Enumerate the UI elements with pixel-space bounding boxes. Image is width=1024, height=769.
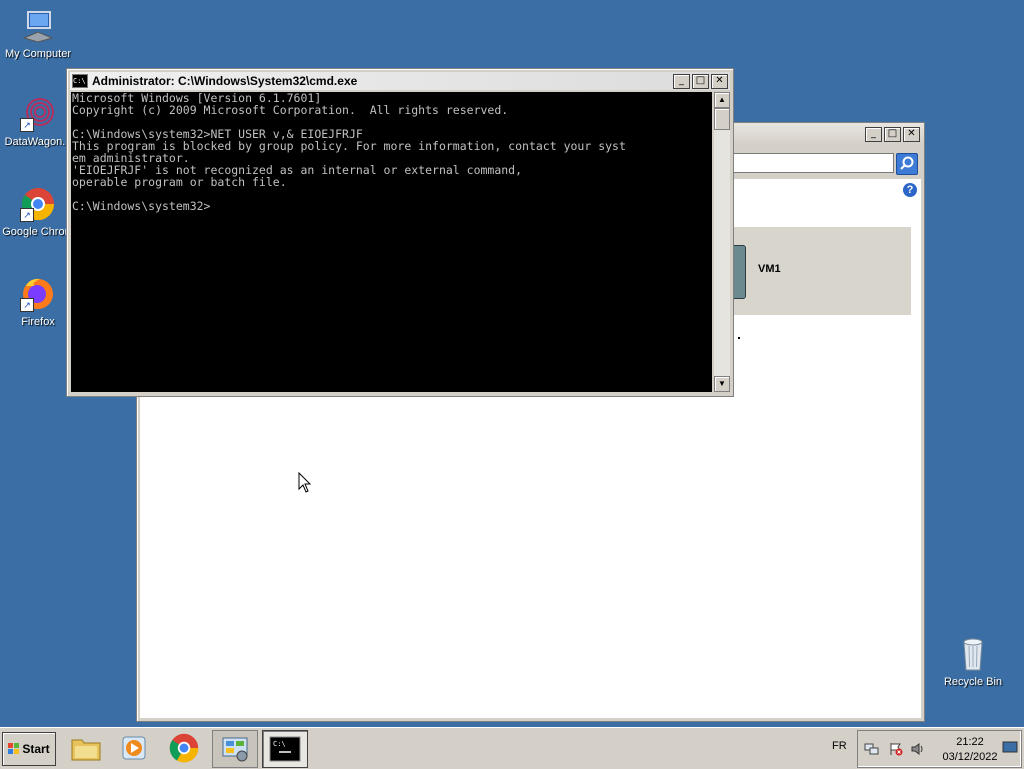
desktop-icon-firefox[interactable]: ↗ Firefox [0, 276, 76, 328]
cmd-titlebar[interactable]: C:\ Administrator: C:\Windows\System32\c… [70, 72, 730, 90]
search-icon [900, 156, 914, 170]
control-panel-icon [222, 737, 248, 762]
taskbar-media-player[interactable] [112, 730, 156, 766]
network-icon[interactable] [864, 742, 880, 756]
file-explorer-icon [71, 739, 101, 761]
maximize-button[interactable]: □ [692, 74, 709, 89]
windows-logo-icon [8, 743, 20, 755]
desktop-icon-google-chrome[interactable]: ↗ Google Chrom [0, 186, 76, 238]
cmd-icon: C:\ [72, 74, 88, 88]
shortcut-arrow-icon: ↗ [20, 298, 34, 312]
media-player-icon [122, 736, 146, 760]
window-controls: _ □ ✕ [673, 74, 728, 89]
console-output[interactable]: Microsoft Windows [Version 6.1.7601] Cop… [71, 92, 712, 392]
firefox-icon: ↗ [20, 276, 56, 312]
taskbar-file-explorer[interactable] [64, 730, 108, 766]
window-title: Administrator: C:\Windows\System32\cmd.e… [92, 74, 358, 88]
language-indicator[interactable]: FR [832, 740, 847, 752]
taskbar: Start C:\ FR 21:22 03/12/2022 [0, 727, 1024, 769]
fingerprint-icon: ↗ [20, 96, 56, 132]
scroll-up-button[interactable]: ▲ [714, 92, 730, 108]
chrome-icon: ↗ [20, 186, 56, 222]
vm-label[interactable]: VM1 [758, 263, 781, 275]
close-button[interactable]: ✕ [711, 74, 728, 89]
shortcut-arrow-icon: ↗ [20, 208, 34, 222]
text-fragment [738, 337, 740, 339]
clock-time[interactable]: 21:22 [938, 736, 1002, 748]
maximize-button[interactable]: □ [884, 127, 901, 142]
computer-icon [20, 8, 56, 44]
desktop-icon-label: Google Chrom [2, 226, 74, 238]
close-button[interactable]: ✕ [903, 127, 920, 142]
cmd-icon: C:\ [269, 736, 301, 762]
desktop-icon-label: My Computer [4, 48, 72, 60]
start-button[interactable]: Start [2, 732, 56, 766]
chrome-icon [169, 733, 199, 763]
window-controls: _ □ ✕ [865, 127, 920, 142]
desktop-icon-label: Recycle Bin [943, 676, 1003, 688]
clock-date[interactable]: 03/12/2022 [938, 751, 1002, 763]
system-tray: 21:22 03/12/2022 [857, 730, 1022, 768]
shortcut-arrow-icon: ↗ [20, 118, 34, 132]
taskbar-control-panel[interactable] [212, 730, 258, 768]
help-icon[interactable]: ? [903, 183, 917, 197]
mouse-cursor-icon [298, 472, 312, 493]
desktop-icon-label: Firefox [21, 316, 55, 328]
action-center-flag-icon[interactable] [888, 742, 904, 756]
taskbar-chrome[interactable] [162, 730, 206, 766]
minimize-button[interactable]: _ [673, 74, 690, 89]
taskbar-cmd[interactable]: C:\ [262, 730, 308, 768]
search-button[interactable] [896, 153, 918, 175]
vertical-scrollbar[interactable]: ▲ ▼ [714, 92, 730, 392]
volume-icon[interactable] [910, 742, 926, 756]
desktop-icon-label: DataWagon... [4, 136, 72, 148]
recycle-bin-icon [955, 636, 991, 672]
scroll-down-button[interactable]: ▼ [714, 376, 730, 392]
svg-text:C:\: C:\ [273, 740, 286, 748]
desktop-icon-datawagon[interactable]: ↗ DataWagon... [0, 96, 76, 148]
minimize-button[interactable]: _ [865, 127, 882, 142]
desktop-icon-recycle-bin[interactable]: Recycle Bin [935, 636, 1011, 688]
start-label: Start [22, 742, 50, 756]
desktop-icon-my-computer[interactable]: My Computer [0, 8, 76, 60]
show-desktop-icon[interactable] [1002, 740, 1018, 754]
cmd-window[interactable]: C:\ Administrator: C:\Windows\System32\c… [66, 68, 734, 397]
scroll-thumb[interactable] [714, 108, 730, 130]
